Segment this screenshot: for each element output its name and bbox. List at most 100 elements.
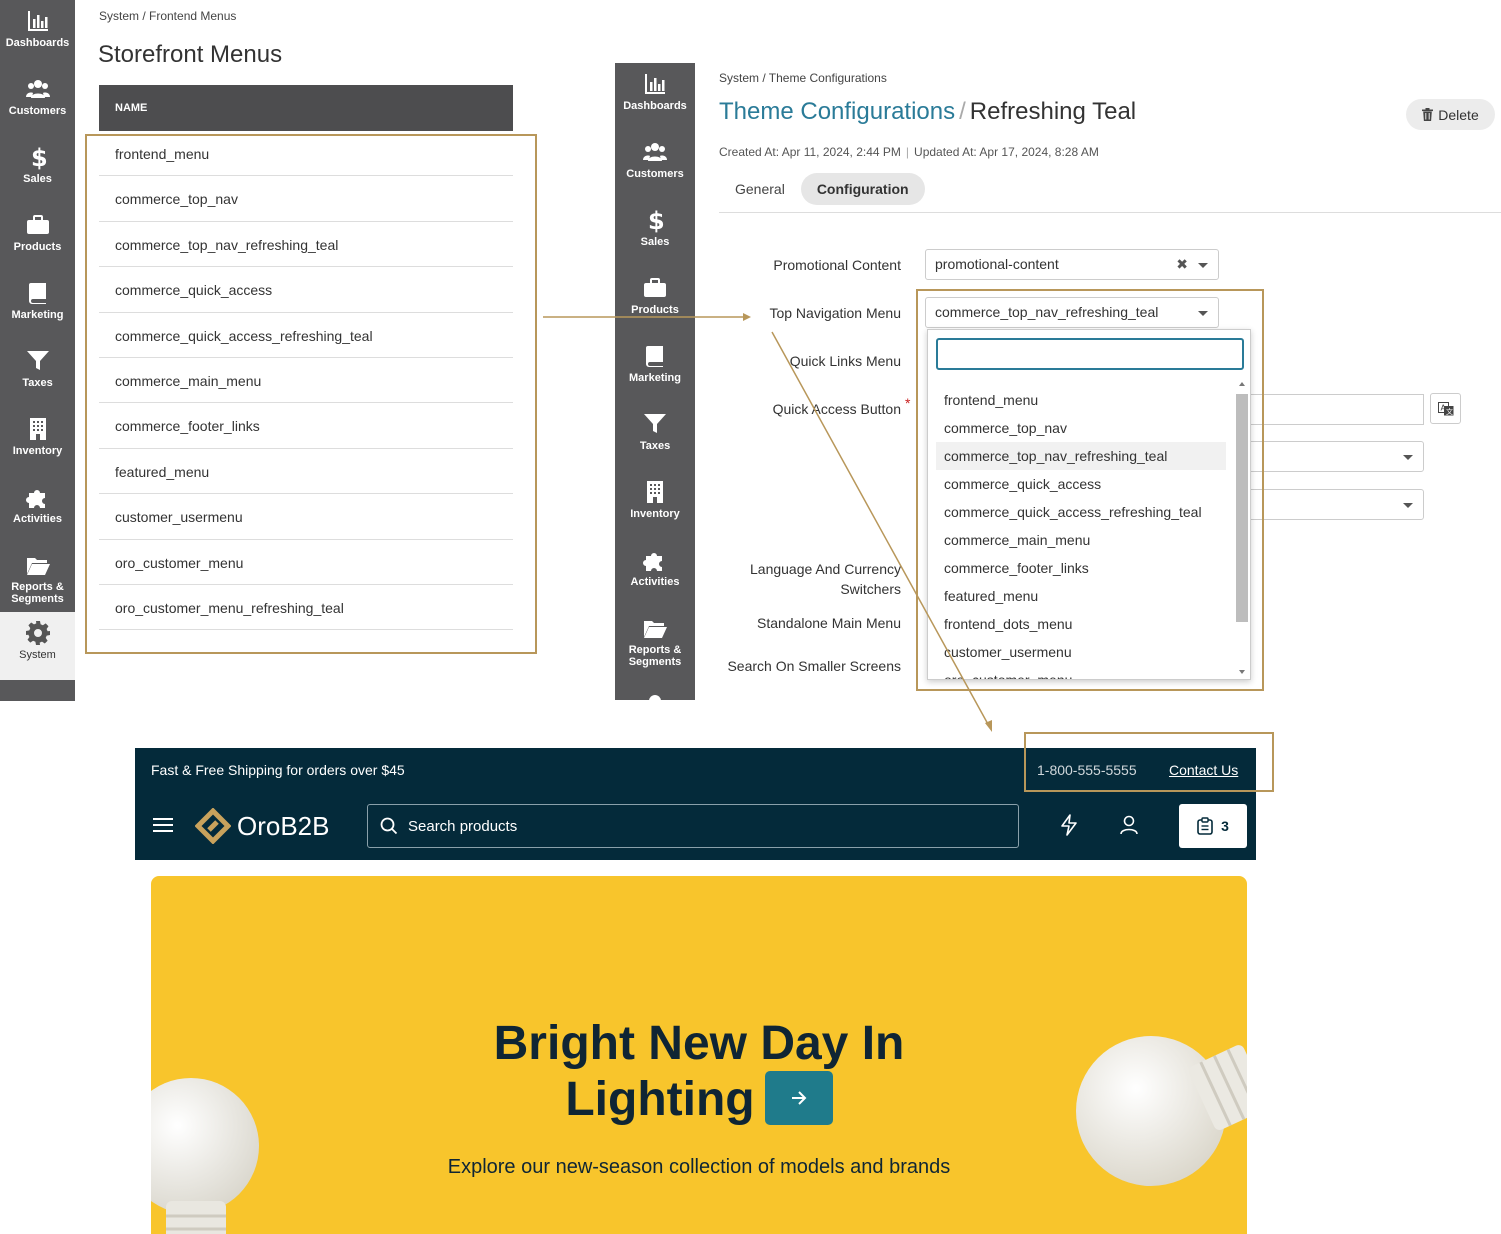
sidebar-item-label: Taxes xyxy=(639,440,671,452)
chart-bars-icon xyxy=(645,74,665,94)
sidebar-item-label: Sales xyxy=(640,236,670,248)
title-separator: / xyxy=(959,98,966,125)
sidebar-item-activities[interactable]: Activities xyxy=(615,539,695,607)
language-currency-switchers-label: Language And Currency Switchers xyxy=(750,561,901,597)
search-smaller-screens-label: Search On Smaller Screens xyxy=(727,658,901,674)
shipping-promo: Fast & Free Shipping for orders over $45 xyxy=(151,762,405,778)
admin-sidebar-secondary: Dashboards Customers $ Sales Products Marketi… xyxy=(615,63,695,700)
hero-cta-button[interactable] xyxy=(764,1071,833,1126)
funnel-icon xyxy=(26,351,49,370)
search-input[interactable] xyxy=(408,817,1008,835)
sidebar-item-system[interactable]: System xyxy=(0,612,75,680)
sidebar-item-customers[interactable]: Customers xyxy=(0,68,75,136)
promotional-content-value: promotional-content xyxy=(935,256,1059,272)
breadcrumb: System / Frontend Menus xyxy=(99,9,237,23)
tab-bar: General Configuration xyxy=(719,173,1501,213)
tab-configuration[interactable]: Configuration xyxy=(800,173,925,205)
folder-open-icon xyxy=(644,621,667,638)
quick-links-menu-label: Quick Links Menu xyxy=(789,353,901,369)
sidebar-item-reports-segments[interactable]: Reports & Segments xyxy=(0,544,75,612)
sidebar-item-taxes[interactable]: Taxes xyxy=(615,403,695,471)
svg-text:文: 文 xyxy=(1446,407,1453,416)
book-icon xyxy=(28,283,46,304)
sidebar-item-taxes[interactable]: Taxes xyxy=(0,340,75,408)
users-icon xyxy=(25,80,50,98)
tab-general[interactable]: General xyxy=(719,173,801,205)
sidebar-item-label: Products xyxy=(631,304,679,316)
quick-access-button-input[interactable] xyxy=(1245,394,1424,425)
promotional-content-select[interactable]: promotional-content ✖ xyxy=(925,249,1219,280)
user-account-icon[interactable] xyxy=(1119,814,1139,836)
puzzle-icon xyxy=(643,553,662,571)
hamburger-menu-icon[interactable] xyxy=(153,818,173,832)
sidebar-item-label: Products xyxy=(13,241,62,253)
sidebar-item-marketing[interactable]: Marketing xyxy=(0,272,75,340)
sidebar-item-label: Customers xyxy=(626,168,684,180)
gear-icon xyxy=(25,621,50,645)
sidebar-item-label: System xyxy=(19,649,56,661)
delete-button[interactable]: Delete xyxy=(1406,99,1495,130)
clear-icon[interactable]: ✖ xyxy=(1176,256,1188,273)
hero-subtitle: Explore our new-season collection of mod… xyxy=(447,1156,951,1178)
sidebar-item-reports-segments[interactable]: Reports & Segments xyxy=(615,607,695,675)
theme-configurations-link[interactable]: Theme Configurations xyxy=(719,98,955,125)
sidebar-item-products[interactable]: Products xyxy=(615,267,695,335)
sidebar-item-label: Inventory xyxy=(12,445,63,457)
highlight-box-contact xyxy=(1024,732,1274,792)
sidebar-item-marketing[interactable]: Marketing xyxy=(615,335,695,403)
arrowhead-down xyxy=(985,720,992,732)
sidebar-item-customers[interactable]: Customers xyxy=(615,131,695,199)
sidebar-item-label: Customers xyxy=(8,105,67,117)
briefcase-icon xyxy=(644,278,666,297)
shopping-list-count: 3 xyxy=(1221,818,1229,834)
sidebar-item-label: Dashboards xyxy=(5,37,70,49)
funnel-icon xyxy=(644,414,666,433)
puzzle-icon xyxy=(25,490,45,508)
sidebar-item-dashboards[interactable]: Dashboards xyxy=(0,0,75,68)
sidebar-item-label: Inventory xyxy=(630,508,680,520)
quick-order-icon[interactable] xyxy=(1059,814,1079,836)
book-icon xyxy=(646,346,663,367)
quick-access-select-2[interactable] xyxy=(1245,441,1424,472)
quick-access-select-3[interactable] xyxy=(1245,489,1424,520)
delete-label: Delete xyxy=(1438,106,1479,123)
logo-text: OroB2B xyxy=(237,810,330,841)
sidebar-item-dashboards[interactable]: Dashboards xyxy=(615,63,695,131)
hero-title-line-1: Bright New Day In xyxy=(493,1017,905,1070)
standalone-main-menu-label: Standalone Main Menu xyxy=(757,615,901,631)
theme-name: Refreshing Teal xyxy=(969,98,1137,125)
dollar-icon: $ xyxy=(31,144,48,170)
logo[interactable]: OroB2B xyxy=(195,808,330,844)
shopping-list-button[interactable]: 3 xyxy=(1179,804,1247,848)
chevron-down-icon xyxy=(1403,455,1413,460)
users-icon xyxy=(643,143,667,161)
chevron-down-icon xyxy=(1198,263,1208,268)
sidebar-item-sales[interactable]: $ Sales xyxy=(0,136,75,204)
briefcase-icon xyxy=(26,215,49,234)
chevron-down-icon xyxy=(1403,503,1413,508)
promotional-content-label: Promotional Content xyxy=(773,257,901,273)
translate-button[interactable]: A文 xyxy=(1430,393,1461,424)
sidebar-item-label: Dashboards xyxy=(623,100,687,112)
created-at: Created At: Apr 11, 2024, 2:44 PM xyxy=(719,145,901,159)
sidebar-item-label: Activities xyxy=(13,513,62,525)
sidebar-item-inventory[interactable]: Inventory xyxy=(615,471,695,539)
sidebar-item-sales[interactable]: $ Sales xyxy=(615,199,695,267)
sidebar-item-activities[interactable]: Activities xyxy=(0,476,75,544)
search-icon xyxy=(380,817,398,835)
breadcrumb: System / Theme Configurations xyxy=(719,71,887,85)
building-icon xyxy=(647,481,663,503)
highlight-box-menus xyxy=(85,134,537,654)
dollar-icon: $ xyxy=(648,207,665,233)
folder-open-icon xyxy=(26,558,50,575)
sidebar-item-label: Reports & Segments xyxy=(11,581,64,605)
product-search[interactable] xyxy=(367,804,1019,848)
arrow-right-icon xyxy=(791,1091,807,1106)
building-icon xyxy=(29,418,46,440)
sidebar-item-inventory[interactable]: Inventory xyxy=(0,408,75,476)
hero-title-line-2: Lighting xyxy=(565,1073,755,1126)
chart-bars-icon xyxy=(27,11,48,31)
sidebar-item-products[interactable]: Products xyxy=(0,204,75,272)
logo-mark-icon xyxy=(195,808,231,844)
grid-column-header-name[interactable]: NAME xyxy=(99,85,513,131)
